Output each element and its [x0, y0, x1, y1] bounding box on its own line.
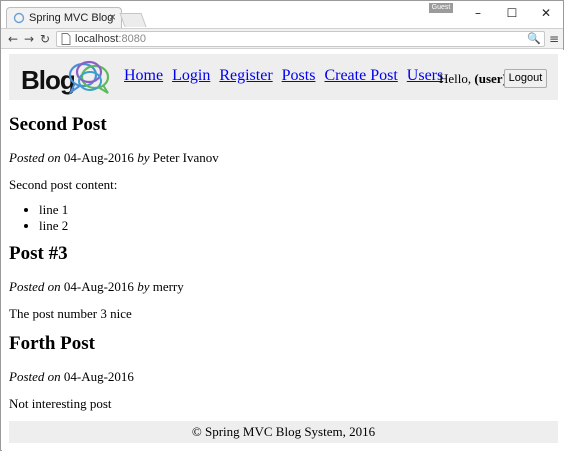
- window-close-icon[interactable]: ✕: [534, 5, 558, 21]
- tab-close-icon[interactable]: ×: [109, 10, 116, 24]
- speech-bubbles-icon: [68, 60, 110, 95]
- greeting-prefix: Hello,: [439, 71, 475, 86]
- nav-link-login[interactable]: Login: [172, 67, 210, 85]
- main-nav: Home Login Register Posts Create Post Users: [124, 67, 452, 85]
- by-label: by: [137, 279, 150, 294]
- user-greeting: Hello, (user): [439, 71, 507, 87]
- minimize-icon[interactable]: –: [466, 5, 490, 21]
- post-meta: Posted on 04-Aug-2016 by Peter Ivanov: [9, 150, 219, 166]
- profile-badge[interactable]: Guest: [429, 3, 453, 13]
- url-text: localhost:8080: [75, 33, 146, 45]
- post-content: Not interesting post: [9, 396, 112, 411]
- post-date: 04-Aug-2016: [63, 369, 134, 384]
- page-favicon-icon: [13, 12, 25, 24]
- post-meta: Posted on 04-Aug-2016: [9, 369, 134, 385]
- posted-on-label: Posted on: [9, 369, 61, 384]
- back-icon[interactable]: ←: [5, 31, 21, 47]
- post-meta: Posted on 04-Aug-2016 by merry: [9, 279, 184, 295]
- new-tab-button[interactable]: [119, 13, 147, 27]
- forward-icon[interactable]: →: [21, 31, 37, 47]
- posted-on-label: Posted on: [9, 279, 61, 294]
- post-bullet-list: line 1 line 2: [9, 202, 68, 234]
- post-title: Forth Post: [9, 333, 96, 354]
- post-content: Second post content:: [9, 177, 118, 192]
- browser-toolbar: ← → ↻ localhost:8080 🔍 ≡: [1, 28, 563, 49]
- post-item: Second Post Posted on 04-Aug-2016 by Pet…: [9, 114, 558, 233]
- post-author: Peter Ivanov: [152, 150, 219, 165]
- tab-title: Spring MVC Blog: [29, 12, 114, 24]
- post-date: 04-Aug-2016: [63, 150, 134, 165]
- page-icon: [61, 33, 71, 45]
- post-date: 04-Aug-2016: [63, 279, 134, 294]
- url-port: :8080: [118, 33, 146, 45]
- blog-logo[interactable]: Blog: [19, 59, 110, 97]
- post-title: Post #3: [9, 243, 68, 264]
- url-host: localhost: [75, 33, 119, 45]
- address-bar[interactable]: localhost:8080 🔍: [56, 31, 545, 47]
- nav-link-posts[interactable]: Posts: [282, 67, 316, 85]
- reload-icon[interactable]: ↻: [37, 31, 53, 47]
- browser-tab[interactable]: Spring MVC Blog ×: [6, 7, 122, 29]
- post-content: The post number 3 nice: [9, 306, 132, 321]
- list-item: line 1: [39, 202, 68, 218]
- browser-window: Spring MVC Blog × Guest – ☐ ✕ ← → ↻ loca…: [0, 0, 564, 451]
- post-item: Post #3 Posted on 04-Aug-2016 by merry T…: [9, 243, 558, 321]
- browser-menu-icon[interactable]: ≡: [547, 31, 561, 47]
- title-bar: Spring MVC Blog × Guest – ☐ ✕: [1, 1, 563, 29]
- maximize-icon[interactable]: ☐: [500, 5, 524, 21]
- site-footer: © Spring MVC Blog System, 2016: [9, 421, 558, 443]
- post-author: merry: [152, 279, 184, 294]
- nav-link-home[interactable]: Home: [124, 67, 163, 85]
- nav-link-create-post[interactable]: Create Post: [324, 67, 397, 85]
- page-content: Blog Home Login Register Posts Create Post Us…: [2, 50, 564, 451]
- by-label: by: [137, 150, 150, 165]
- posted-on-label: Posted on: [9, 150, 61, 165]
- post-item: Forth Post Posted on 04-Aug-2016 Not int…: [9, 333, 558, 411]
- nav-link-register[interactable]: Register: [219, 67, 272, 85]
- list-item: line 2: [39, 218, 68, 234]
- logout-button[interactable]: Logout: [504, 69, 547, 88]
- nav-link-users[interactable]: Users: [407, 67, 443, 85]
- username: (user): [474, 71, 507, 86]
- site-header: Blog Home Login Register Posts Create Post Us…: [9, 54, 558, 100]
- post-title: Second Post: [9, 114, 107, 135]
- zoom-icon[interactable]: 🔍: [527, 32, 541, 45]
